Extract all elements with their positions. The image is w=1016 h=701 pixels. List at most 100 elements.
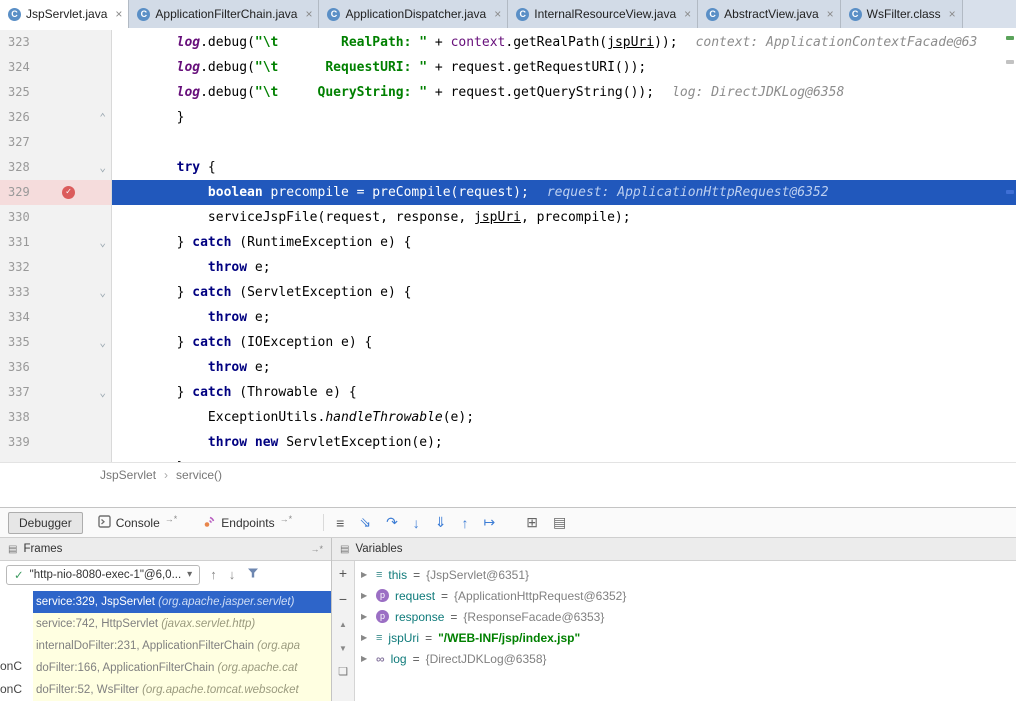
step-into-icon[interactable]: ↓ [413,515,420,531]
code-text[interactable]: } catch (ServletException e) { [112,280,1016,305]
code-text[interactable] [112,130,1016,155]
fold-icon[interactable]: ⌄ [99,280,106,305]
scroll-up-icon[interactable]: ▲ [339,619,347,630]
force-step-into-icon[interactable]: ⇓ [435,514,447,531]
variable-row-this[interactable]: ▶≡this={JspServlet@6351} [355,564,1016,585]
gutter-line-324[interactable]: 324 [0,55,112,80]
line-number: 325 [8,80,30,105]
copy-value-icon[interactable]: ❏ [338,667,348,678]
remove-watch-icon[interactable]: − [339,593,347,606]
breadcrumb-item[interactable]: service() [176,468,222,482]
expand-icon[interactable]: ▶ [361,654,370,663]
variable-row-jspUri[interactable]: ▶≡jspUri="/WEB-INF/jsp/index.jsp" [355,627,1016,648]
variable-row-request[interactable]: ▶prequest={ApplicationHttpRequest@6352} [355,585,1016,606]
scroll-mark[interactable] [1006,190,1014,194]
close-icon[interactable]: × [684,7,691,21]
layout-settings-icon[interactable]: ▤ [553,514,566,531]
code-text[interactable]: log.debug("\t RequestURI: " + request.ge… [112,55,1016,80]
run-to-cursor-icon[interactable]: ↦ [484,514,496,531]
breakpoint-icon[interactable]: ✓ [62,186,75,199]
gutter-line-326[interactable]: 326⌃ [0,105,112,130]
code-text[interactable]: ExceptionUtils.handleThrowable(e); [112,405,1016,430]
frame-row[interactable]: doFilter:52, WsFilter (org.apache.tomcat… [33,679,331,701]
breadcrumb-item[interactable]: JspServlet [100,468,156,482]
code-text[interactable]: } catch (Throwable e) { [112,380,1016,405]
gutter-line-327[interactable]: 327 [0,130,112,155]
expand-icon[interactable]: ▶ [361,591,370,600]
code-text[interactable]: log.debug("\t RealPath: " + context.getR… [112,30,1016,55]
frame-row[interactable]: service:742, HttpServlet (javax.servlet.… [33,613,331,635]
debug-tab-debugger[interactable]: Debugger [8,512,83,534]
gutter-line-328[interactable]: 328⌄ [0,155,112,180]
tab-AbstractView.java[interactable]: CAbstractView.java× [698,0,841,28]
fold-icon[interactable]: ⌄ [99,155,106,180]
code-text[interactable]: throw new ServletException(e); [112,430,1016,455]
frame-row[interactable]: doFilter:166, ApplicationFilterChain (or… [33,657,331,679]
fold-icon[interactable]: ⌄ [99,230,106,255]
code-text[interactable]: log.debug("\t QueryString: " + request.g… [112,80,1016,105]
fold-icon[interactable]: ⌄ [99,380,106,405]
gutter-line-331[interactable]: 331⌄ [0,230,112,255]
gutter-line-339[interactable]: 339 [0,430,112,455]
gutter-line-335[interactable]: 335⌄ [0,330,112,355]
variable-row-log[interactable]: ▶∞log={DirectJDKLog@6358} [355,648,1016,669]
code-text[interactable]: throw e; [112,255,1016,280]
gutter-line-338[interactable]: 338 [0,405,112,430]
fold-icon[interactable]: ⌄ [99,330,106,355]
close-icon[interactable]: × [949,7,956,21]
gutter-line-329[interactable]: 329✓ [0,180,112,205]
filter-frames-icon[interactable] [247,567,259,582]
variable-row-response[interactable]: ▶presponse={ResponseFacade@6353} [355,606,1016,627]
scroll-mark[interactable] [1006,36,1014,40]
code-text[interactable]: } catch (RuntimeException e) { [112,230,1016,255]
fold-icon[interactable]: ⌃ [99,105,106,130]
code-text[interactable]: throw e; [112,355,1016,380]
gutter-line-333[interactable]: 333⌄ [0,280,112,305]
frame-row[interactable]: service:329, JspServlet (org.apache.jasp… [33,591,331,613]
add-watch-icon[interactable]: + [339,567,347,580]
tab-JspServlet.java[interactable]: CJspServlet.java× [0,0,129,28]
step-over-icon[interactable]: ↷ [386,514,398,531]
scroll-mark[interactable] [1006,60,1014,64]
debug-tab-console[interactable]: Console→* [87,511,189,535]
gutter-line-332[interactable]: 332 [0,255,112,280]
code-text[interactable]: } [112,105,1016,130]
gutter-line-337[interactable]: 337⌄ [0,380,112,405]
close-icon[interactable]: × [494,7,501,21]
scroll-down-icon[interactable]: ▼ [339,643,347,654]
previous-frame-icon[interactable]: ↑ [210,567,217,582]
code-text[interactable]: throw e; [112,305,1016,330]
evaluate-expression-icon[interactable]: ⊞ [526,514,538,531]
frames-header-action[interactable]: →* [310,544,323,554]
close-icon[interactable]: × [305,7,312,21]
tab-WsFilter.class[interactable]: CWsFilter.class× [841,0,963,28]
gutter-line-325[interactable]: 325 [0,80,112,105]
tab-InternalResourceView.java[interactable]: CInternalResourceView.java× [508,0,698,28]
step-out-icon[interactable]: ↑ [462,515,469,531]
gutter-line-330[interactable]: 330 [0,205,112,230]
tab-ApplicationDispatcher.java[interactable]: CApplicationDispatcher.java× [319,0,508,28]
next-frame-icon[interactable]: ↓ [229,567,236,582]
gutter-line-323[interactable]: 323 [0,30,112,55]
variable-value: {JspServlet@6351} [426,568,529,582]
code-text[interactable]: serviceJspFile(request, response, jspUri… [112,205,1016,230]
code-text[interactable]: } [112,455,1016,462]
code-text[interactable]: try { [112,155,1016,180]
code-text[interactable]: } catch (IOException e) { [112,330,1016,355]
tab-ApplicationFilterChain.java[interactable]: CApplicationFilterChain.java× [129,0,319,28]
close-icon[interactable]: × [827,7,834,21]
close-icon[interactable]: × [115,7,122,21]
show-execution-point-icon[interactable]: ⇘ [359,514,371,531]
expand-icon[interactable]: ▶ [361,612,370,621]
gutter-line-336[interactable]: 336 [0,355,112,380]
debug-tab-endpoints[interactable]: Endpoints→* [192,511,303,535]
expand-icon[interactable]: ▶ [361,570,370,579]
expand-icon[interactable]: ▶ [361,633,370,642]
gutter-line-334[interactable]: 334 [0,305,112,330]
editor-scrollbar[interactable] [1004,28,1016,462]
gutter-line-340[interactable]: 340 [0,455,112,462]
frame-row[interactable]: internalDoFilter:231, ApplicationFilterC… [33,635,331,657]
code-text[interactable]: boolean precompile = preCompile(request)… [112,180,1016,205]
restore-layout-icon[interactable]: ≡ [336,515,344,531]
thread-selector[interactable]: ✓ "http-nio-8080-exec-1"@6,0... ▾ [6,565,200,585]
